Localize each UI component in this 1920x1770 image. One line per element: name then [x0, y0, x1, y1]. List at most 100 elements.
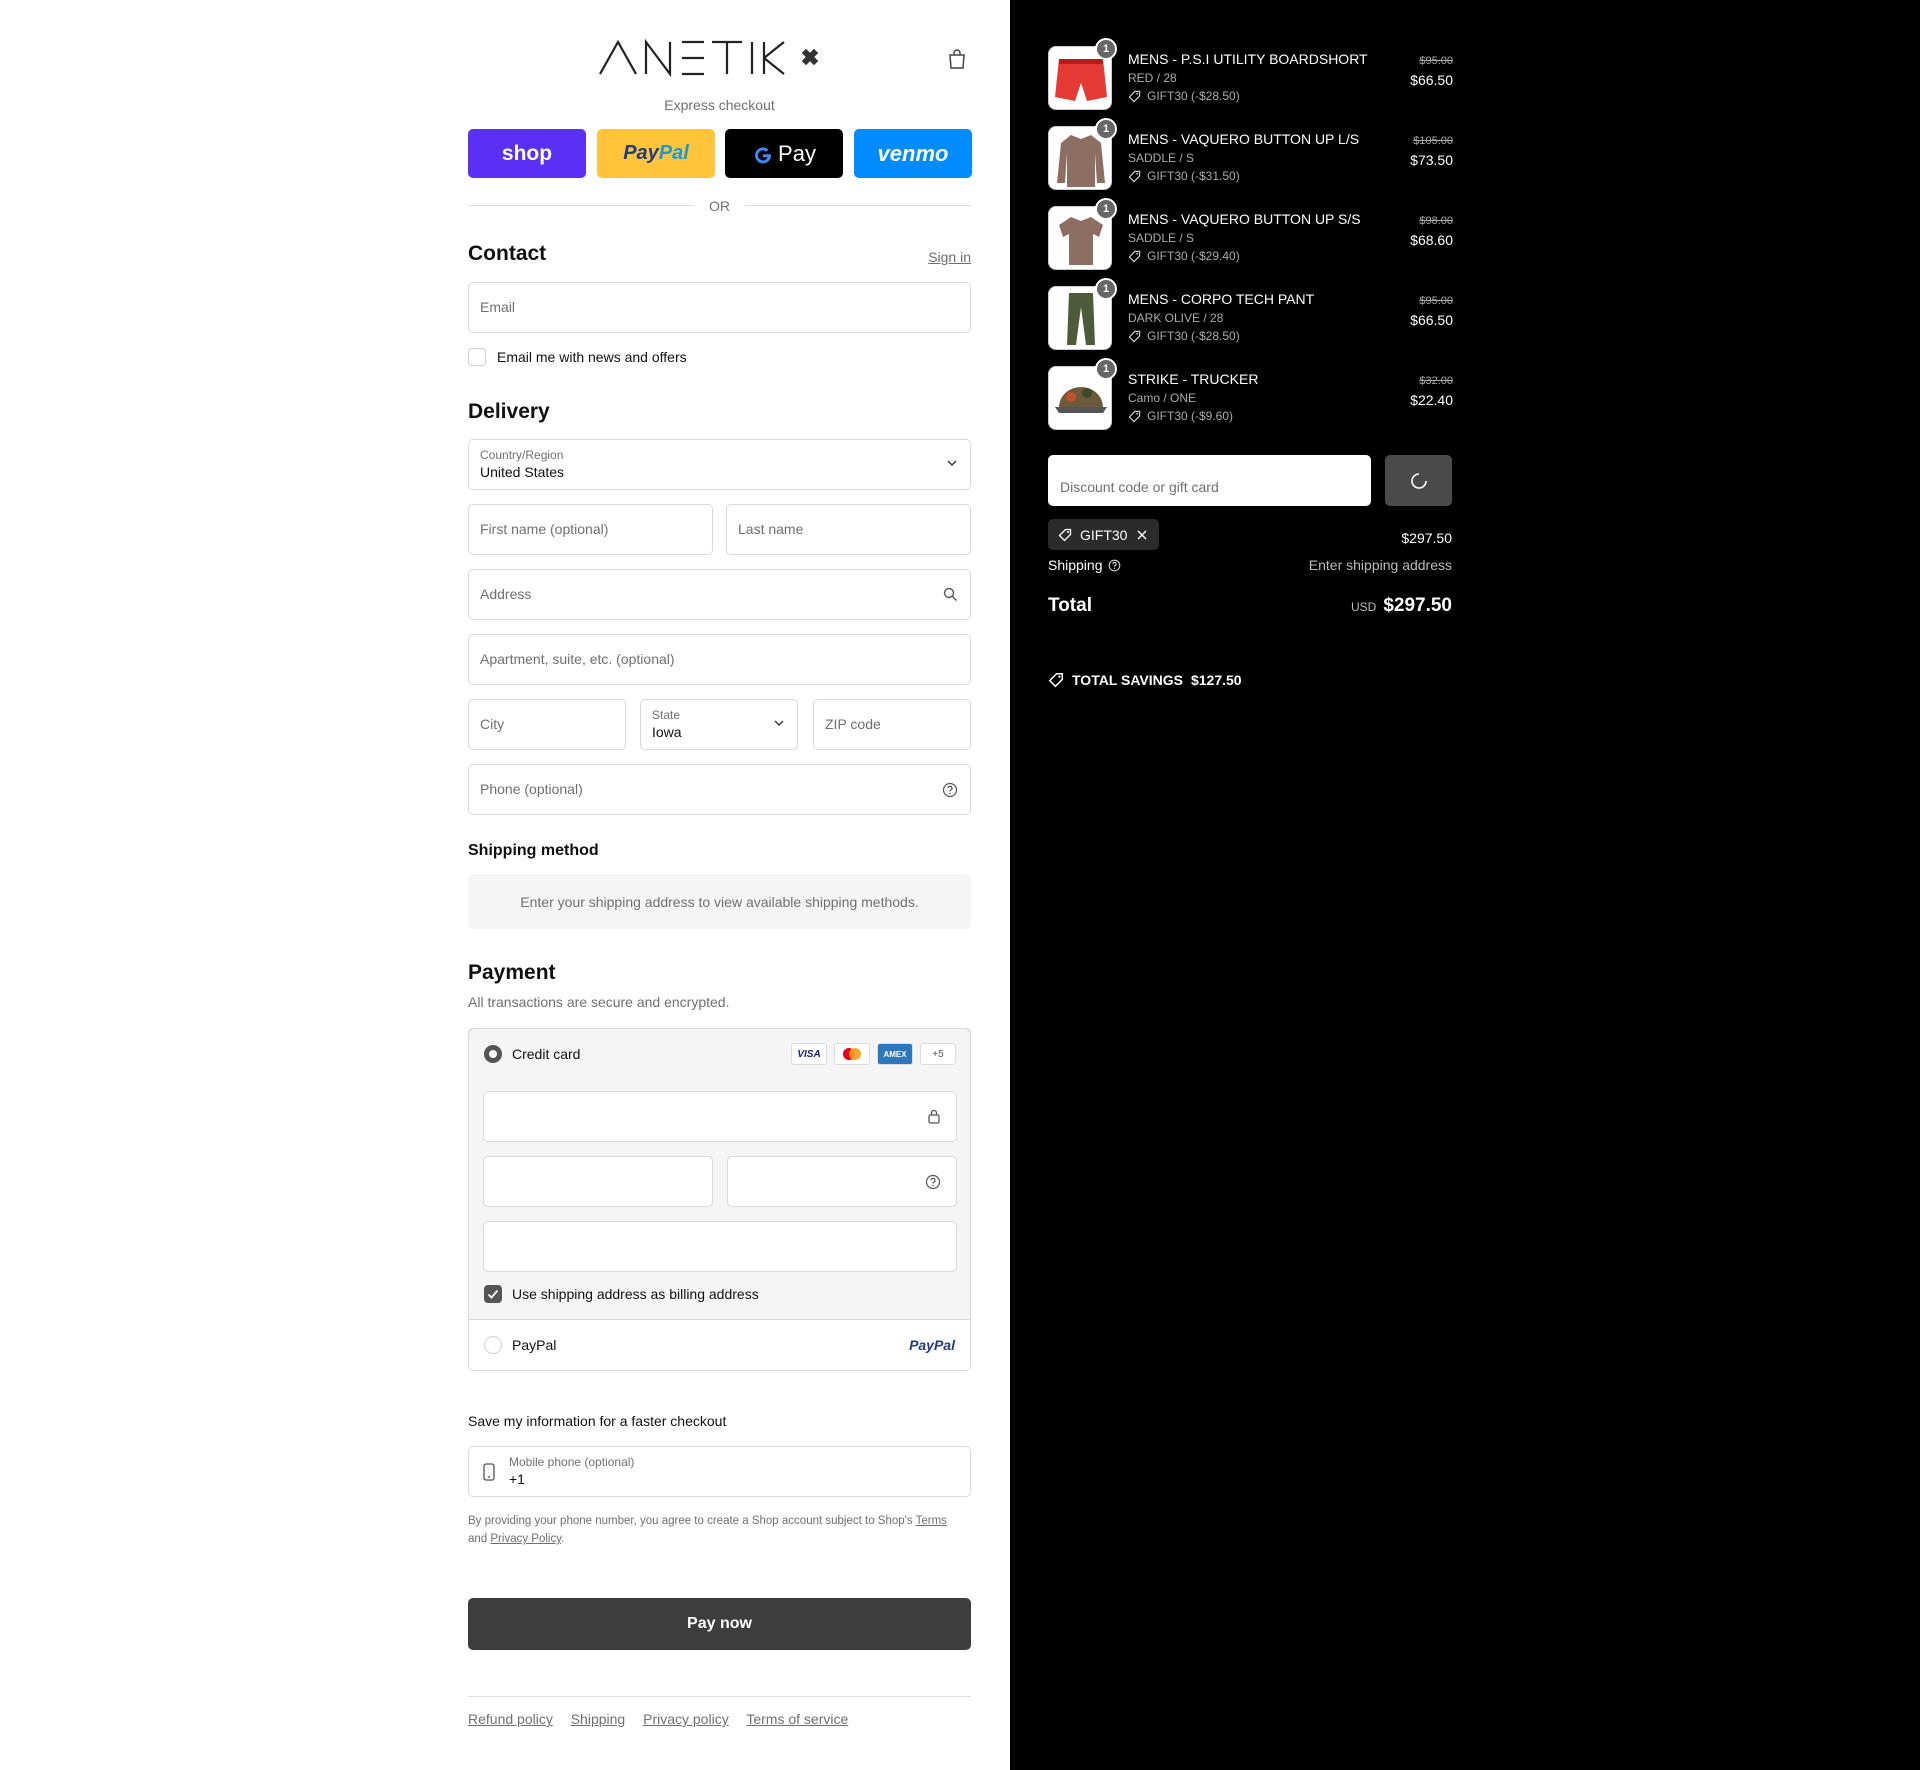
- lock-icon: [928, 1109, 940, 1124]
- apply-discount-button[interactable]: [1385, 455, 1452, 506]
- item-discount: GIFT30 (-$9.60): [1128, 409, 1233, 423]
- paypal-radio[interactable]: [484, 1336, 502, 1354]
- mobile-phone-field[interactable]: Mobile phone (optional) +1: [468, 1446, 971, 1497]
- address-field[interactable]: Address: [468, 569, 971, 620]
- apartment-placeholder: Apartment, suite, etc. (optional): [480, 651, 675, 667]
- amex-text: AMEX: [883, 1049, 907, 1059]
- card-name-input[interactable]: [483, 1221, 957, 1272]
- first-name-field[interactable]: First name (optional): [468, 504, 713, 555]
- item-discount-text: GIFT30 (-$28.50): [1147, 89, 1240, 103]
- tag-icon: [1128, 90, 1141, 102]
- checkout-form-pane: Express checkout shop Pay Pal Pay venmo O…: [0, 0, 1010, 1770]
- shop-pay-button[interactable]: shop: [468, 129, 586, 178]
- item-discount: GIFT30 (-$31.50): [1128, 169, 1240, 183]
- tag-icon: [1058, 528, 1072, 542]
- zip-placeholder: ZIP code: [825, 716, 881, 732]
- credit-card-label: Credit card: [512, 1046, 581, 1062]
- cart-item: 1 MENS - VAQUERO BUTTON UP L/S SADDLE / …: [1048, 118, 1453, 190]
- or-label: OR: [709, 198, 730, 214]
- email-placeholder: Email: [480, 299, 516, 315]
- shipping-method-notice: Enter your shipping address to view avai…: [468, 874, 971, 929]
- billing-same-checkbox[interactable]: [484, 1285, 502, 1303]
- amex-icon: AMEX: [877, 1043, 913, 1065]
- loading-spinner-icon: [1411, 473, 1427, 489]
- sign-in-link[interactable]: Sign in: [928, 249, 971, 265]
- venmo-button[interactable]: venmo: [854, 129, 972, 178]
- quantity-badge: 1: [1095, 278, 1117, 300]
- help-icon[interactable]: [1108, 559, 1121, 572]
- payment-heading: Payment: [468, 961, 556, 984]
- terms-of-service-link[interactable]: Terms of service: [746, 1711, 848, 1727]
- item-price: $66.50: [1410, 312, 1453, 328]
- search-icon: [943, 587, 957, 601]
- applied-code-text: GIFT30: [1080, 527, 1128, 543]
- help-icon[interactable]: [942, 782, 958, 798]
- shop-pay-label: shop: [501, 141, 553, 165]
- item-discount-text: GIFT30 (-$29.40): [1147, 249, 1240, 263]
- anetik-logo[interactable]: [596, 36, 846, 80]
- email-field[interactable]: Email: [468, 282, 971, 333]
- terms-link[interactable]: Terms: [916, 1515, 947, 1527]
- state-label: State: [652, 708, 681, 722]
- paypal-option[interactable]: PayPal PayPal: [469, 1320, 970, 1370]
- mobile-phone-label: Mobile phone (optional): [509, 1455, 635, 1469]
- zip-field[interactable]: ZIP code: [813, 699, 971, 750]
- city-field[interactable]: City: [468, 699, 626, 750]
- checkmark-icon: [487, 1289, 499, 1299]
- privacy-policy-footer-link[interactable]: Privacy policy: [643, 1711, 729, 1727]
- privacy-policy-link[interactable]: Privacy Policy: [490, 1533, 561, 1545]
- credit-card-form: Use shipping address as billing address: [469, 1077, 970, 1320]
- shopping-bag-icon[interactable]: [947, 48, 967, 70]
- total-savings: TOTAL SAVINGS $127.50: [1048, 672, 1242, 688]
- more-cards-badge: +5: [920, 1043, 956, 1065]
- item-name: STRIKE - TRUCKER: [1128, 371, 1259, 387]
- mobile-phone-icon: [483, 1463, 495, 1481]
- newsletter-label: Email me with news and offers: [497, 349, 687, 365]
- credit-card-radio[interactable]: [484, 1045, 502, 1063]
- legal-text: By providing your phone number, you agre…: [468, 1515, 913, 1527]
- mastercard-icon: [834, 1043, 870, 1065]
- item-original-price: $95.00: [1419, 295, 1453, 307]
- save-info-title: Save my information for a faster checkou…: [468, 1413, 727, 1429]
- shipping-policy-link[interactable]: Shipping: [571, 1711, 626, 1727]
- newsletter-checkbox[interactable]: [468, 348, 486, 366]
- google-pay-button[interactable]: Pay: [725, 129, 843, 178]
- quantity-badge: 1: [1095, 118, 1117, 140]
- last-name-field[interactable]: Last name: [726, 504, 971, 555]
- or-divider: OR: [468, 196, 971, 216]
- item-price: $68.60: [1410, 232, 1453, 248]
- state-value: Iowa: [652, 724, 682, 740]
- discount-code-placeholder: Discount code or gift card: [1060, 479, 1219, 495]
- country-select[interactable]: Country/Region United States: [468, 439, 971, 490]
- paypal-logo: PayPal: [909, 1337, 955, 1353]
- item-discount: GIFT30 (-$28.50): [1128, 329, 1240, 343]
- item-variant: SADDLE / S: [1128, 151, 1195, 165]
- close-icon[interactable]: [1136, 529, 1148, 541]
- item-discount: GIFT30 (-$29.40): [1128, 249, 1240, 263]
- item-original-price: $95.00: [1419, 55, 1453, 67]
- state-select[interactable]: State Iowa: [640, 699, 798, 750]
- chevron-down-icon: [947, 460, 957, 466]
- shipping-method-heading: Shipping method: [468, 842, 599, 859]
- discount-code-input[interactable]: Discount code or gift card: [1048, 455, 1371, 506]
- help-icon[interactable]: [925, 1174, 941, 1190]
- card-number-input[interactable]: [483, 1091, 957, 1142]
- item-discount-text: GIFT30 (-$28.50): [1147, 329, 1240, 343]
- card-cvv-input[interactable]: [727, 1156, 957, 1207]
- pay-now-button[interactable]: Pay now: [468, 1598, 971, 1650]
- paypal-label: PayPal: [512, 1337, 557, 1353]
- item-original-price: $98.00: [1419, 215, 1453, 227]
- shipping-method-message: Enter your shipping address to view avai…: [520, 893, 919, 910]
- card-expiry-input[interactable]: [483, 1156, 713, 1207]
- total-label: Total: [1048, 595, 1092, 616]
- refund-policy-link[interactable]: Refund policy: [468, 1711, 553, 1727]
- tag-icon: [1048, 672, 1064, 688]
- item-discount-text: GIFT30 (-$9.60): [1147, 409, 1234, 423]
- item-variant: RED / 28: [1128, 71, 1177, 85]
- phone-field[interactable]: Phone (optional): [468, 764, 971, 815]
- paypal-express-button[interactable]: Pay Pal: [597, 129, 715, 178]
- quantity-badge: 1: [1095, 198, 1117, 220]
- apartment-field[interactable]: Apartment, suite, etc. (optional): [468, 634, 971, 685]
- country-value: United States: [480, 464, 565, 480]
- credit-card-option[interactable]: Credit card VISA AMEX +5: [469, 1029, 970, 1078]
